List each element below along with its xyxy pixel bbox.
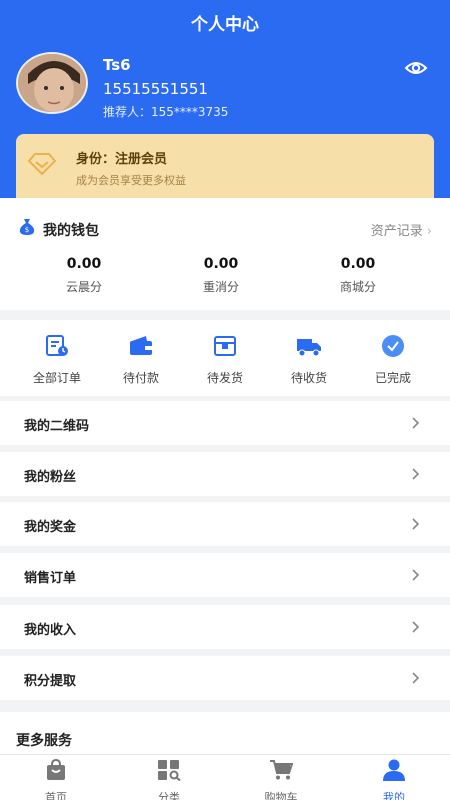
diamond-icon [28, 153, 56, 176]
wallet-title: 我的钱包 [43, 223, 99, 239]
asset-record-label: 资产记录 [370, 224, 423, 239]
tab-cart[interactable]: 购物车 [241, 759, 321, 800]
eye-icon[interactable] [404, 58, 428, 78]
stat-value: 0.00 [340, 256, 376, 272]
chevron-right-icon [412, 518, 420, 530]
cart-icon [270, 760, 294, 780]
category-grid-icon [158, 760, 181, 782]
more-services-section: 更多服务 [0, 712, 450, 760]
svg-text:$: $ [25, 226, 29, 234]
check-circle-icon [382, 335, 404, 357]
order-completed-button[interactable]: 已完成 [358, 334, 428, 386]
tab-label: 分类 [158, 791, 180, 800]
order-status-bar: 全部订单 待付款 待发货 待收货 已完成 [0, 320, 450, 396]
membership-subtitle: 成为会员享受更多权益 [76, 174, 186, 187]
menu-label: 我的二维码 [24, 419, 90, 434]
chevron-right-icon [412, 417, 420, 429]
stat-value: 0.00 [66, 256, 102, 272]
wallet-section: $ 我的钱包 资产记录 › 0.00 云晨分 0.00 重消分 0.00 商城分 [0, 198, 450, 310]
avatar-image [18, 54, 86, 112]
order-list-icon [46, 335, 68, 356]
tab-label: 首页 [45, 791, 67, 800]
order-pending-receipt-button[interactable]: 待收货 [274, 334, 344, 386]
order-label: 待付款 [122, 371, 159, 385]
order-all-button[interactable]: 全部订单 [22, 334, 92, 386]
avatar[interactable] [16, 52, 88, 114]
tab-label: 我的 [383, 791, 405, 800]
user-name: Ts6 [103, 56, 131, 74]
chevron-right-icon [412, 468, 420, 480]
referrer-text: 推荐人：155****3735 [103, 105, 229, 119]
tab-mine[interactable]: 我的 [354, 759, 434, 800]
menu-row-fans[interactable]: 我的粉丝 [0, 452, 450, 496]
tab-category[interactable]: 分类 [129, 759, 209, 800]
order-label: 已完成 [374, 371, 411, 385]
tab-label: 购物车 [264, 791, 298, 800]
membership-card[interactable]: 身份：注册会员 成为会员享受更多权益 [16, 134, 434, 198]
menu-label: 我的粉丝 [24, 470, 77, 485]
order-label: 全部订单 [32, 371, 81, 385]
order-pending-payment-button[interactable]: 待付款 [106, 334, 176, 386]
chevron-right-icon [412, 672, 420, 684]
stat-label: 重消分 [202, 280, 239, 294]
tab-home[interactable]: 首页 [16, 758, 96, 800]
menu-row-points-withdraw[interactable]: 积分提取 [0, 656, 450, 700]
package-icon [214, 336, 236, 356]
order-label: 待收货 [290, 371, 327, 385]
wallet-icon [130, 336, 152, 355]
wallet-stat[interactable]: 0.00 商城分 [308, 256, 408, 295]
menu-row-qrcode[interactable]: 我的二维码 [0, 401, 450, 445]
menu-label: 销售订单 [24, 571, 77, 586]
menu-label: 我的收入 [24, 623, 77, 638]
wallet-stat[interactable]: 0.00 重消分 [171, 256, 271, 295]
menu-label: 我的奖金 [24, 520, 77, 535]
more-services-title: 更多服务 [16, 733, 72, 749]
order-pending-shipment-button[interactable]: 待发货 [190, 334, 260, 386]
menu-label: 积分提取 [24, 674, 77, 689]
asset-record-link[interactable]: 资产记录 › [371, 220, 432, 239]
chevron-right-icon: › [426, 224, 432, 239]
stat-value: 0.00 [203, 256, 239, 272]
chevron-right-icon [412, 621, 420, 633]
user-phone: 15515551551 [103, 80, 208, 98]
page-title: 个人中心 [191, 15, 259, 35]
wallet-stat[interactable]: 0.00 云晨分 [34, 256, 134, 295]
menu-row-income[interactable]: 我的收入 [0, 605, 450, 649]
membership-title: 身份：注册会员 [76, 152, 168, 167]
menu-row-sales-orders[interactable]: 销售订单 [0, 553, 450, 597]
stat-label: 云晨分 [65, 280, 102, 294]
truck-icon [297, 339, 321, 357]
stat-label: 商城分 [339, 280, 376, 294]
home-bag-icon [47, 758, 65, 780]
user-icon [383, 759, 405, 781]
bottom-tab-bar: 首页 分类 购物车 我的 [0, 754, 450, 800]
money-bag-icon: $ [19, 219, 35, 235]
chevron-right-icon [412, 569, 420, 581]
menu-row-bonus[interactable]: 我的奖金 [0, 502, 450, 546]
order-label: 待发货 [206, 371, 243, 385]
